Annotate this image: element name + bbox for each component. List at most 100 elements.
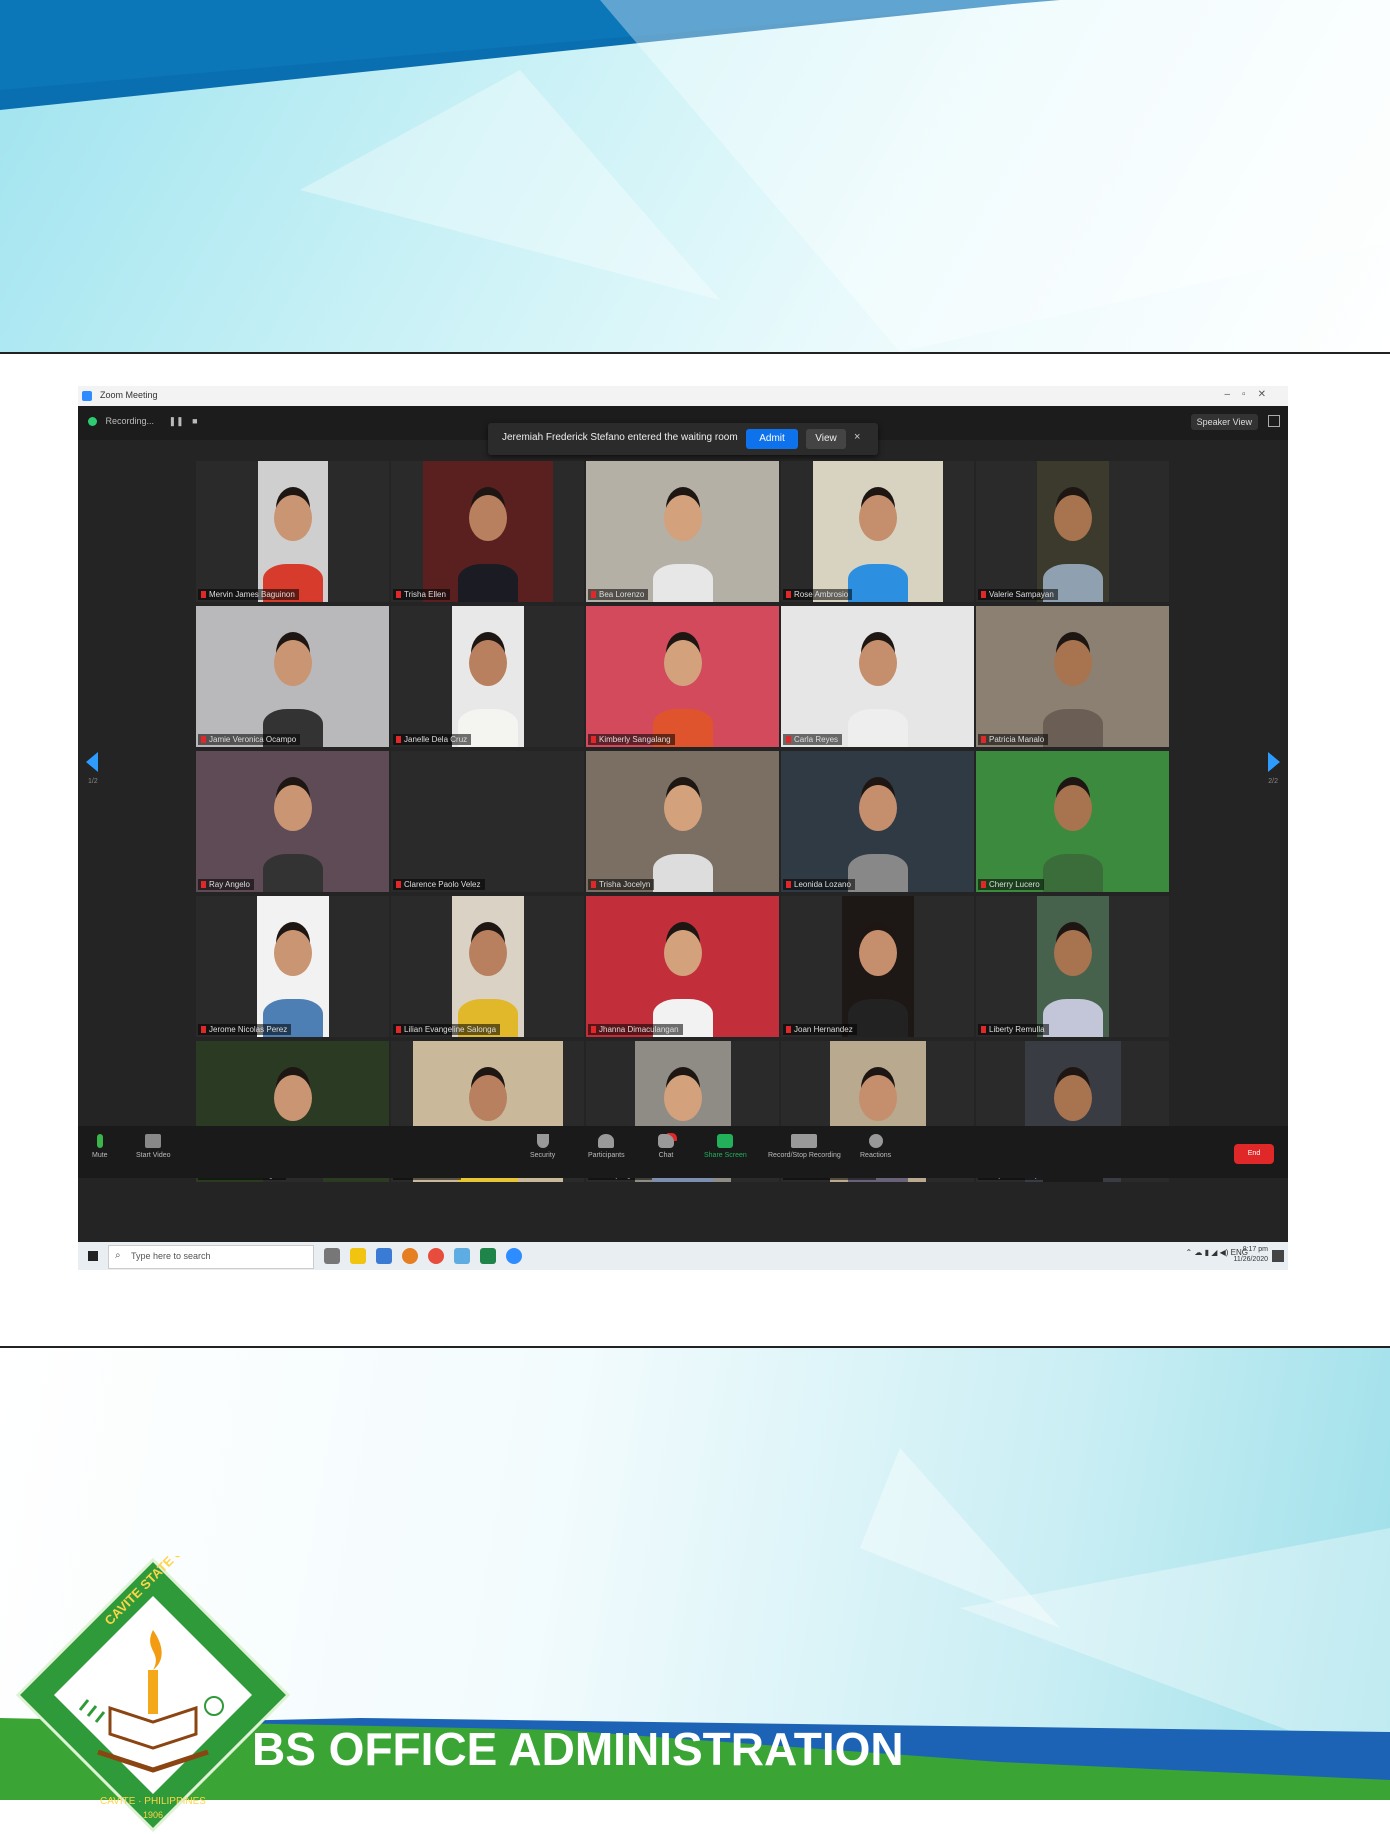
- muted-microphone-icon: [201, 1026, 206, 1034]
- participant-tile[interactable]: Trisha Ellen: [391, 461, 584, 602]
- muted-microphone-icon: [396, 736, 401, 744]
- photos-icon[interactable]: [454, 1248, 470, 1264]
- chat-label: Chat: [658, 1152, 674, 1159]
- share-screen-button[interactable]: Share Screen: [704, 1134, 747, 1159]
- participant-face: [468, 930, 507, 976]
- participant-torso: [847, 564, 908, 602]
- firefox-icon[interactable]: [428, 1248, 444, 1264]
- participant-tile[interactable]: Ray Angelo: [196, 751, 389, 892]
- participant-name-tag: Joan Hernandez: [783, 1024, 857, 1035]
- previous-page-icon[interactable]: [86, 752, 98, 772]
- participant-tile[interactable]: Joan Hernandez: [781, 896, 974, 1037]
- footer-title: BS OFFICE ADMINISTRATION: [252, 1723, 904, 1775]
- participant-video: [812, 461, 943, 602]
- participant-tile[interactable]: Valerie Sampayan: [976, 461, 1169, 602]
- participant-tile[interactable]: Janelle Dela Cruz: [391, 606, 584, 747]
- participant-face: [273, 640, 312, 686]
- window-controls[interactable]: –▫✕: [1225, 389, 1279, 400]
- taskbar-search-box[interactable]: ⌕ Type here to search: [108, 1245, 314, 1269]
- waiting-room-message: Jeremiah Frederick Stefano entered the w…: [502, 432, 738, 443]
- participant-video: [257, 461, 328, 602]
- participant-torso: [652, 564, 713, 602]
- excel-icon[interactable]: [480, 1248, 496, 1264]
- end-meeting-button[interactable]: End: [1234, 1144, 1274, 1164]
- tray-icons: ⌃ ☁ ▮ ◢ ◀): [1185, 1248, 1229, 1257]
- participant-face: [858, 640, 897, 686]
- windows-taskbar: ⌕ Type here to search ⌃ ☁ ▮ ◢ ◀) ENG 8:1…: [78, 1242, 1288, 1270]
- participant-video: [451, 896, 524, 1037]
- participant-tile[interactable]: Clarence Paolo Velez: [391, 751, 584, 892]
- zoom-taskbar-icon[interactable]: [506, 1248, 522, 1264]
- participant-torso: [652, 854, 713, 892]
- participants-icon: [598, 1134, 615, 1148]
- reactions-button[interactable]: Reactions: [860, 1134, 891, 1159]
- participant-name: Trisha Ellen: [404, 590, 446, 599]
- participant-torso: [457, 564, 518, 602]
- participant-tile[interactable]: Liberty Remulla: [976, 896, 1169, 1037]
- speaker-view-button[interactable]: Speaker View: [1190, 414, 1258, 430]
- participant-face: [663, 495, 702, 541]
- record-button[interactable]: Record/Stop Recording: [768, 1134, 841, 1159]
- pause-icon[interactable]: ❚❚: [169, 416, 184, 426]
- participant-tile[interactable]: Jamie Veronica Ocampo: [196, 606, 389, 747]
- task-view-icon[interactable]: [324, 1248, 340, 1264]
- notification-icon[interactable]: [1272, 1250, 1284, 1262]
- participant-tile[interactable]: Trisha Jocelyn: [586, 751, 779, 892]
- participant-tile[interactable]: Patricia Manalo: [976, 606, 1169, 747]
- participant-face: [1053, 930, 1092, 976]
- participant-tile[interactable]: Bea Lorenzo: [586, 461, 779, 602]
- participant-tile[interactable]: Leonida Lozano: [781, 751, 974, 892]
- file-explorer-icon[interactable]: [350, 1248, 366, 1264]
- participant-face: [273, 495, 312, 541]
- gallery-view-grid: Mervin James Baguinon Trisha Ellen Bea Lor…: [196, 461, 1172, 1182]
- fullscreen-icon[interactable]: [1268, 415, 1280, 427]
- chat-button[interactable]: Chat: [658, 1134, 674, 1159]
- participant-tile[interactable]: Carla Reyes: [781, 606, 974, 747]
- clock-date: 11/26/2020: [1233, 1256, 1268, 1263]
- recording-indicator[interactable]: Recording... ❚❚ ■: [88, 416, 198, 427]
- zoom-meeting-screenshot: Zoom Meeting –▫✕ Recording... ❚❚ ■ Speak…: [78, 386, 1288, 1270]
- participant-video: [586, 751, 779, 892]
- participant-name-tag: Ray Angelo: [198, 879, 254, 890]
- close-icon[interactable]: ×: [854, 431, 860, 443]
- participant-video: [781, 606, 974, 747]
- header-light-shape-1: [300, 70, 720, 300]
- search-placeholder: Type here to search: [131, 1251, 211, 1261]
- windows-start-icon[interactable]: [88, 1251, 98, 1261]
- participant-tile[interactable]: Rose Ambrosio: [781, 461, 974, 602]
- next-page-icon[interactable]: [1268, 752, 1280, 772]
- participant-face: [468, 640, 507, 686]
- participant-face: [468, 495, 507, 541]
- participant-name-tag: Patricia Manalo: [978, 734, 1049, 745]
- participants-button[interactable]: Participants: [588, 1134, 625, 1159]
- security-button[interactable]: Security: [530, 1134, 555, 1159]
- start-video-button[interactable]: Start Video: [136, 1134, 171, 1159]
- participant-torso: [1042, 854, 1103, 892]
- participants-label: Participants: [588, 1152, 625, 1159]
- participant-video: [586, 461, 779, 602]
- mute-button[interactable]: Mute: [92, 1134, 108, 1159]
- zoom-app-icon: [82, 391, 92, 401]
- participant-name-tag: Trisha Jocelyn: [588, 879, 655, 890]
- share-screen-icon: [717, 1134, 734, 1148]
- participant-face: [858, 1075, 897, 1121]
- taskbar-clock[interactable]: 8:17 pm 11/26/2020: [1233, 1245, 1268, 1265]
- participant-name-tag: Clarence Paolo Velez: [393, 879, 485, 890]
- chrome-icon[interactable]: [402, 1248, 418, 1264]
- participant-tile[interactable]: Mervin James Baguinon: [196, 461, 389, 602]
- stop-icon[interactable]: ■: [192, 416, 197, 426]
- cavite-state-university-logo: CAVITE STATE UNIVERSITY CAVITE · PHILIPP…: [15, 1556, 291, 1833]
- view-button[interactable]: View: [806, 429, 846, 449]
- participant-tile[interactable]: Lilian Evangeline Salonga: [391, 896, 584, 1037]
- participant-tile[interactable]: Jerome Nicolas Perez: [196, 896, 389, 1037]
- participant-tile[interactable]: Kimberly Sangalang: [586, 606, 779, 747]
- participant-tile[interactable]: Cherry Lucero: [976, 751, 1169, 892]
- admit-button[interactable]: Admit: [746, 429, 798, 449]
- participant-tile[interactable]: Jhanna Dimaculangan: [586, 896, 779, 1037]
- mail-icon[interactable]: [376, 1248, 392, 1264]
- top-divider: [0, 352, 1390, 354]
- participant-face: [1053, 495, 1092, 541]
- muted-microphone-icon: [201, 591, 206, 599]
- recording-label: Recording...: [105, 416, 155, 426]
- muted-microphone-icon: [591, 881, 596, 889]
